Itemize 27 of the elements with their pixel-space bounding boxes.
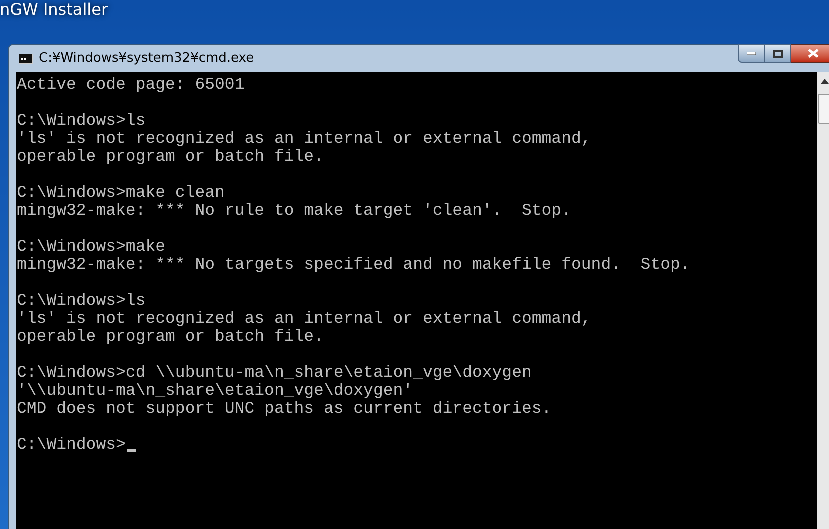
console-line: mingw32-make: *** No targets specified and no makefile found. Stop. <box>17 256 690 274</box>
maximize-button[interactable] <box>765 44 791 63</box>
text-cursor <box>126 449 136 452</box>
console-line: C:\Windows>ls <box>17 292 146 310</box>
console-line: '\\ubuntu-ma\n_share\etaion_vge\doxygen' <box>17 382 414 400</box>
console-line: 'ls' is not recognized as an internal or external command, <box>17 310 592 328</box>
close-button[interactable] <box>791 44 829 63</box>
console-line: Active code page: 65001 <box>17 76 245 94</box>
console-line: CMD does not support UNC paths as current directories. <box>17 400 552 418</box>
console-line: C:\Windows>make <box>17 238 166 256</box>
console-prompt: C:\Windows> <box>17 436 126 454</box>
scroll-up-icon <box>821 79 829 84</box>
console-line: 'ls' is not recognized as an internal or external command, <box>17 130 592 148</box>
console-icon <box>19 54 33 64</box>
installer-title: nGW Installer <box>0 0 108 21</box>
console-line: operable program or batch file. <box>17 148 324 166</box>
console-line: mingw32-make: *** No rule to make target 'clean'. Stop. <box>17 202 572 220</box>
scroll-thumb[interactable] <box>818 94 829 124</box>
console-line: C:\Windows>make clean <box>17 184 225 202</box>
close-icon <box>808 49 818 58</box>
minimize-button[interactable] <box>738 44 765 63</box>
console-line: operable program or batch file. <box>17 328 324 346</box>
maximize-icon <box>772 50 782 58</box>
console-line: C:\Windows>ls <box>17 112 146 130</box>
minimize-icon <box>747 52 756 55</box>
console-line: C:\Windows>cd \\ubuntu-ma\n_share\etaion_vge\doxygen <box>17 364 532 382</box>
window-title: C:¥Windows¥system32¥cmd.exe <box>39 50 254 68</box>
